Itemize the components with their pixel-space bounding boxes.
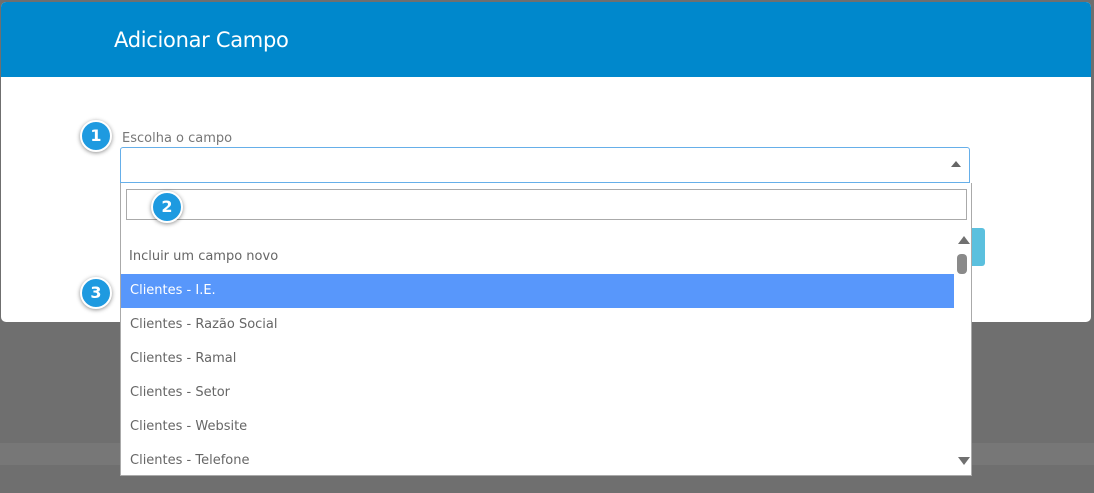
option-clientes-setor[interactable]: Clientes - Setor	[121, 376, 954, 410]
modal-header: Adicionar Campo	[1, 2, 1091, 77]
option-clientes-ramal[interactable]: Clientes - Ramal	[121, 342, 954, 376]
option-clientes-razao-social[interactable]: Clientes - Razão Social	[121, 308, 954, 342]
modal-title: Adicionar Campo	[114, 28, 289, 52]
scroll-thumb[interactable]	[957, 254, 967, 274]
caret-up-icon	[951, 161, 961, 167]
callout-badge-3: 3	[80, 277, 112, 309]
options-scrollbar[interactable]	[955, 229, 971, 471]
field-select[interactable]	[120, 147, 970, 183]
callout-badge-2: 2	[151, 191, 183, 223]
partially-hidden-button[interactable]	[971, 228, 985, 266]
dropdown-search-input[interactable]	[126, 189, 967, 220]
field-label: Escolha o campo	[122, 131, 233, 146]
callout-badge-1: 1	[80, 120, 112, 152]
scroll-up-arrow-icon[interactable]	[958, 236, 970, 244]
option-clientes-telefone[interactable]: Clientes - Telefone	[121, 444, 954, 475]
scroll-down-arrow-icon[interactable]	[958, 457, 970, 465]
option-new-field[interactable]: Incluir um campo novo	[121, 240, 954, 274]
option-clientes-ie[interactable]: Clientes - I.E.	[121, 274, 954, 308]
field-dropdown: Incluir um campo novo Clientes - I.E. Cl…	[120, 183, 972, 476]
options-list: Incluir um campo novo Clientes - I.E. Cl…	[121, 240, 954, 475]
option-clientes-website[interactable]: Clientes - Website	[121, 410, 954, 444]
